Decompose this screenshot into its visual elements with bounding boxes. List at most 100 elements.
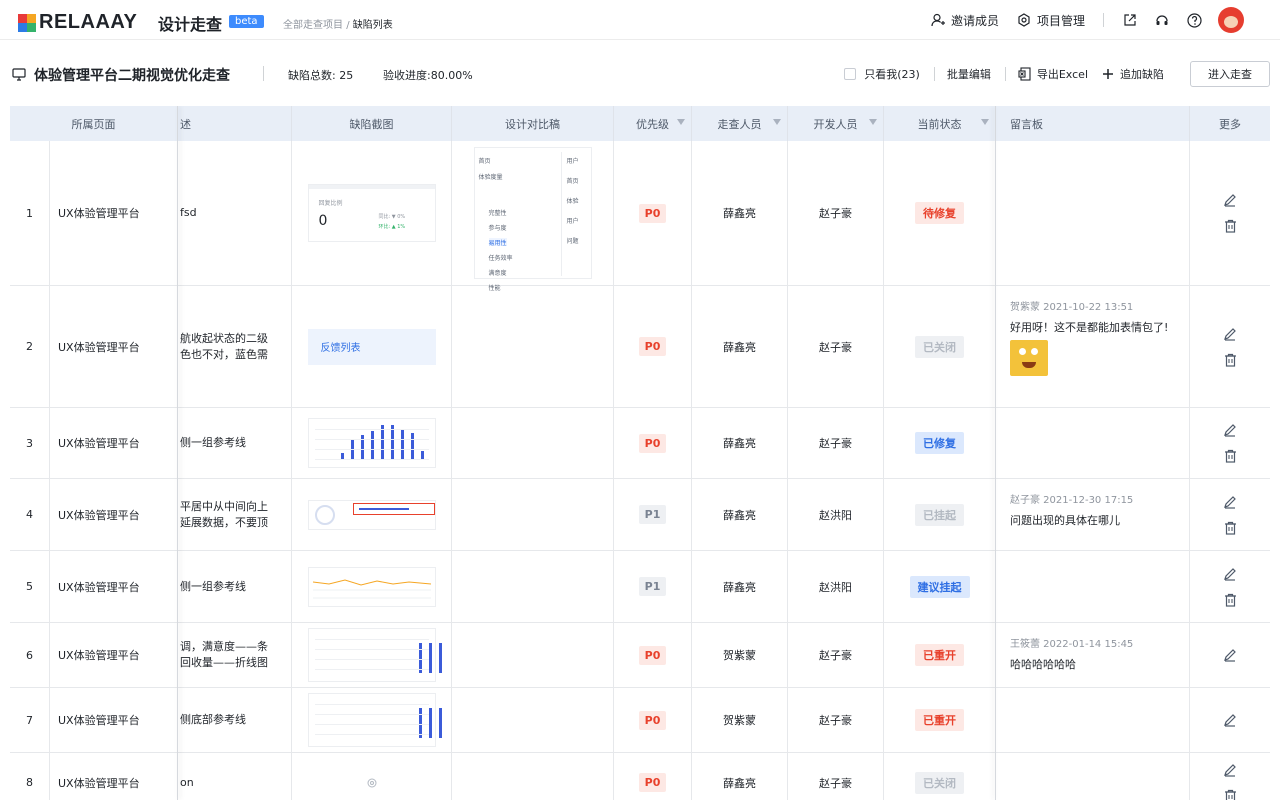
enter-walkthrough-button[interactable]: 进入走查 [1190, 61, 1270, 87]
col-header-priority[interactable]: 优先级 [614, 106, 692, 141]
only-me-checkbox[interactable] [844, 68, 857, 80]
delete-icon[interactable] [1224, 353, 1237, 367]
delete-icon[interactable] [1224, 593, 1237, 607]
edit-icon[interactable] [1223, 327, 1237, 341]
row-walker-text: 薛鑫亮 [723, 437, 756, 450]
priority-badge[interactable]: P1 [638, 577, 667, 596]
row-design [452, 753, 614, 800]
row-description[interactable]: 侧一组参考线 [178, 408, 292, 478]
row-message-board[interactable] [996, 753, 1190, 800]
add-defect-button[interactable]: 追加缺陷 [1102, 66, 1164, 82]
project-management-button[interactable]: 项目管理 [1017, 12, 1085, 29]
col-header-state[interactable]: 当前状态 [884, 106, 996, 141]
filter-icon[interactable] [869, 119, 877, 125]
row-message-board[interactable]: 贺紫蒙 2021-10-22 13:51 好用呀！这不是都能加表情包了! [996, 286, 1190, 407]
row-walker: 薛鑫亮 [692, 551, 788, 622]
priority-badge[interactable]: P0 [638, 433, 667, 453]
help-icon[interactable] [1186, 12, 1202, 28]
priority-badge[interactable]: P0 [638, 337, 667, 356]
col-header-developer[interactable]: 开发人员 [788, 106, 884, 141]
headset-support-icon[interactable] [1154, 12, 1170, 28]
design-mockup[interactable]: 首页 体验度量 完整性 参与度 易用性 任务效率 满意度 性能 用户 首页 体验 用户 问题 [473, 147, 592, 292]
project-header: 体验管理平台二期视觉优化走查 缺陷总数: 25 验收进度:80.00% 只看我(… [0, 58, 1280, 90]
description-line: 侧底部参考线 [180, 713, 246, 726]
row-page-text: UX体验管理平台 [58, 776, 140, 790]
table-row[interactable]: 3 UX体验管理平台 侧一组参考线 P0 薛鑫亮 赵子豪 已修复 [10, 408, 1270, 479]
invite-members-button[interactable]: 邀请成员 [931, 12, 999, 29]
logo-mark-icon [18, 13, 36, 32]
row-message-board[interactable]: 赵子豪 2021-12-30 17:15 问题出现的具体在哪儿 [996, 479, 1190, 550]
defect-screenshot[interactable] [307, 693, 442, 747]
table-row[interactable]: 5 UX体验管理平台 侧一组参考线 P1 薛鑫亮 赵洪阳 建议挂起 [10, 551, 1270, 623]
edit-icon[interactable] [1223, 648, 1237, 662]
edit-icon[interactable] [1223, 423, 1237, 437]
breadcrumb-root[interactable]: 全部走查项目 [283, 20, 343, 31]
edit-icon[interactable] [1223, 495, 1237, 509]
row-description[interactable]: 调，满意度——条 回收量——折线图 [178, 623, 292, 687]
relaaay-logo[interactable]: RELAAAY [18, 11, 137, 34]
delete-icon[interactable] [1224, 219, 1237, 233]
beta-badge: beta [229, 15, 264, 28]
status-badge[interactable]: 已重开 [915, 644, 964, 666]
edit-icon[interactable] [1223, 763, 1237, 777]
row-description[interactable]: 航收起状态的二级 色也不对，蓝色需 [178, 286, 292, 407]
delete-icon[interactable] [1224, 521, 1237, 535]
status-badge[interactable]: 已重开 [915, 709, 964, 731]
row-message-board[interactable] [996, 688, 1190, 752]
status-badge[interactable]: 已挂起 [915, 503, 964, 526]
row-message-board[interactable] [996, 141, 1190, 285]
row-priority: P0 [614, 688, 692, 752]
status-badge[interactable]: 已修复 [915, 432, 964, 454]
priority-badge[interactable]: P1 [638, 505, 667, 524]
filter-icon[interactable] [773, 119, 781, 125]
priority-badge[interactable]: P0 [638, 773, 667, 792]
external-link-icon[interactable] [1122, 12, 1138, 28]
col-header-walker[interactable]: 走查人员 [692, 106, 788, 141]
shot-card-stat: 同比: ▼ 0% [378, 214, 406, 220]
row-description[interactable]: on [178, 753, 292, 800]
defect-screenshot[interactable] [307, 628, 442, 682]
status-badge[interactable]: 待修复 [915, 202, 964, 224]
row-description[interactable]: 平居中从中间向上 延展数据，不要顶 [178, 479, 292, 550]
row-description[interactable]: 侧底部参考线 [178, 688, 292, 752]
defect-table: 所属页面 述 缺陷截图 设计对比稿 优先级 走查人员 开发人员 当前状态 留言板… [10, 106, 1270, 800]
status-badge[interactable]: 已关闭 [915, 771, 964, 794]
priority-badge[interactable]: P0 [638, 645, 667, 665]
user-avatar[interactable] [1218, 7, 1244, 33]
table-row[interactable]: 1 UX体验管理平台 fsd 回复比例 0 同比: ▼ 0% 环比: ▲ 1% 首页 体验度量完… [10, 141, 1270, 292]
defect-screenshot[interactable] [307, 566, 436, 607]
table-row[interactable]: 4 UX体验管理平台 平居中从中间向上 延展数据，不要顶 P1 薛鑫亮 赵洪阳 已挂起 赵子豪 … [10, 479, 1270, 551]
row-developer: 赵洪阳 [788, 551, 884, 622]
edit-icon[interactable] [1223, 713, 1237, 727]
row-walker-text: 薛鑫亮 [723, 207, 756, 220]
row-state: 已修复 [884, 408, 996, 478]
row-message-board[interactable]: 王筱蕾 2022-01-14 15:45 哈哈哈哈哈哈 [996, 623, 1190, 687]
table-row[interactable]: 6 UX体验管理平台 调，满意度——条 回收量——折线图 P0 贺紫蒙 赵子豪 已重开 王筱蕾 … [10, 623, 1270, 688]
status-badge[interactable]: 已关闭 [915, 335, 964, 358]
table-row[interactable]: 8 UX体验管理平台 on P0 薛鑫亮 赵子豪 已关闭 [10, 753, 1270, 800]
status-badge[interactable]: 建议挂起 [909, 575, 970, 598]
delete-icon[interactable] [1224, 789, 1237, 800]
priority-badge[interactable]: P0 [638, 710, 667, 730]
export-excel-button[interactable]: 导出Excel [1018, 66, 1088, 82]
filter-icon[interactable] [677, 119, 685, 125]
row-screenshot [292, 408, 452, 478]
table-row[interactable]: 2 UX体验管理平台 航收起状态的二级 色也不对，蓝色需 反馈列表 P0 薛鑫亮 赵子豪 已关闭… [10, 286, 1270, 408]
defect-screenshot[interactable]: 反馈列表 [307, 328, 436, 365]
row-description[interactable]: fsd [178, 141, 292, 285]
edit-icon[interactable] [1223, 193, 1237, 207]
defect-screenshot[interactable]: 回复比例 0 同比: ▼ 0% 环比: ▲ 1% [307, 184, 436, 242]
edit-icon[interactable] [1223, 567, 1237, 581]
table-row[interactable]: 7 UX体验管理平台 侧底部参考线 P0 贺紫蒙 赵子豪 已重开 [10, 688, 1270, 753]
row-message-board[interactable] [996, 408, 1190, 478]
defect-screenshot[interactable] [307, 418, 436, 468]
delete-icon[interactable] [1224, 449, 1237, 463]
filter-icon[interactable] [981, 119, 989, 125]
only-me-filter[interactable]: 只看我(23) [844, 66, 920, 82]
priority-badge[interactable]: P0 [638, 203, 667, 223]
batch-edit-button[interactable]: 批量编辑 [947, 66, 991, 82]
row-message-board[interactable] [996, 551, 1190, 622]
row-developer-text: 赵子豪 [819, 207, 852, 220]
row-description[interactable]: 侧一组参考线 [178, 551, 292, 622]
defect-screenshot[interactable] [307, 499, 436, 530]
